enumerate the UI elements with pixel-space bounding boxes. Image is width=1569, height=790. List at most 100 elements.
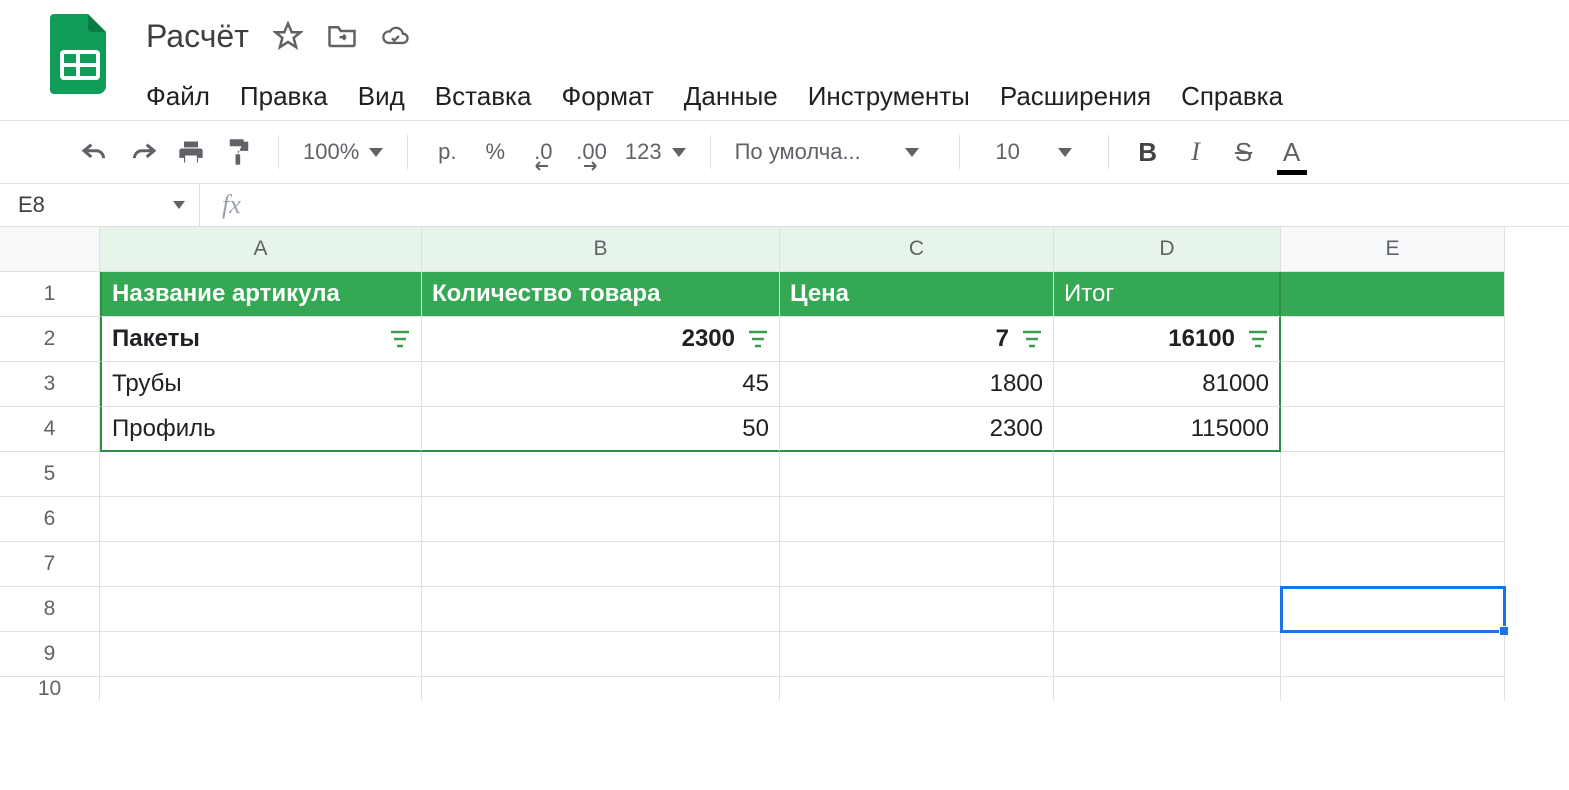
- cell-A9[interactable]: [100, 632, 422, 677]
- cell-D6[interactable]: [1054, 497, 1281, 542]
- cloud-saved-icon[interactable]: [381, 21, 411, 51]
- cell-A6[interactable]: [100, 497, 422, 542]
- row-header-8[interactable]: 8: [0, 587, 100, 632]
- row-header-6[interactable]: 6: [0, 497, 100, 542]
- cell-A2[interactable]: Пакеты: [100, 317, 422, 362]
- menu-view[interactable]: Вид: [358, 81, 405, 112]
- cell-D10[interactable]: [1054, 677, 1281, 701]
- cell-C7[interactable]: [780, 542, 1054, 587]
- select-all-corner[interactable]: [0, 227, 100, 272]
- cell-D1[interactable]: Итог: [1054, 272, 1281, 317]
- font-size-dropdown[interactable]: 10: [984, 139, 1084, 165]
- move-to-folder-icon[interactable]: [327, 21, 357, 51]
- cell-D7[interactable]: [1054, 542, 1281, 587]
- menu-help[interactable]: Справка: [1181, 81, 1283, 112]
- filter-icon[interactable]: [389, 329, 411, 349]
- cell-E10[interactable]: [1281, 677, 1505, 701]
- filter-icon[interactable]: [747, 329, 769, 349]
- col-header-e[interactable]: E: [1281, 227, 1505, 272]
- fill-handle[interactable]: [1499, 626, 1509, 636]
- col-header-d[interactable]: D: [1054, 227, 1281, 272]
- cell-D4[interactable]: 115000: [1054, 407, 1281, 452]
- decrease-decimal-button[interactable]: .0: [528, 135, 558, 169]
- cell-D9[interactable]: [1054, 632, 1281, 677]
- menu-format[interactable]: Формат: [561, 81, 653, 112]
- cell-E4[interactable]: [1281, 407, 1505, 452]
- cell-D5[interactable]: [1054, 452, 1281, 497]
- cell-E9[interactable]: [1281, 632, 1505, 677]
- cell-C10[interactable]: [780, 677, 1054, 701]
- cell-E1[interactable]: [1281, 272, 1505, 317]
- cell-B7[interactable]: [422, 542, 780, 587]
- cell-E2[interactable]: [1281, 317, 1505, 362]
- cell-E5[interactable]: [1281, 452, 1505, 497]
- cell-C5[interactable]: [780, 452, 1054, 497]
- formula-input[interactable]: [263, 184, 1569, 226]
- cell-B9[interactable]: [422, 632, 780, 677]
- undo-icon[interactable]: [80, 135, 110, 169]
- cell-E8[interactable]: [1281, 587, 1505, 632]
- cell-C6[interactable]: [780, 497, 1054, 542]
- col-header-a[interactable]: A: [100, 227, 422, 272]
- cell-A1[interactable]: Название артикула: [100, 272, 422, 317]
- cell-B4[interactable]: 50: [422, 407, 780, 452]
- cell-B3[interactable]: 45: [422, 362, 780, 407]
- cell-A5[interactable]: [100, 452, 422, 497]
- cell-A8[interactable]: [100, 587, 422, 632]
- menu-edit[interactable]: Правка: [240, 81, 328, 112]
- menu-data[interactable]: Данные: [684, 81, 778, 112]
- strikethrough-button[interactable]: S: [1229, 135, 1259, 169]
- cell-D2[interactable]: 16100: [1054, 317, 1281, 362]
- cell-A7[interactable]: [100, 542, 422, 587]
- cell-C4[interactable]: 2300: [780, 407, 1054, 452]
- menu-tools[interactable]: Инструменты: [808, 81, 970, 112]
- cell-E3[interactable]: [1281, 362, 1505, 407]
- row-header-2[interactable]: 2: [0, 317, 100, 362]
- cell-D8[interactable]: [1054, 587, 1281, 632]
- cell-B5[interactable]: [422, 452, 780, 497]
- cell-B10[interactable]: [422, 677, 780, 701]
- cell-C1[interactable]: Цена: [780, 272, 1054, 317]
- row-header-3[interactable]: 3: [0, 362, 100, 407]
- cell-C9[interactable]: [780, 632, 1054, 677]
- format-currency-button[interactable]: р.: [432, 135, 462, 169]
- col-header-b[interactable]: B: [422, 227, 780, 272]
- cell-A4[interactable]: Профиль: [100, 407, 422, 452]
- row-header-7[interactable]: 7: [0, 542, 100, 587]
- cell-C2[interactable]: 7: [780, 317, 1054, 362]
- text-color-button[interactable]: A: [1277, 135, 1307, 169]
- menu-file[interactable]: Файл: [146, 81, 210, 112]
- row-header-5[interactable]: 5: [0, 452, 100, 497]
- menu-insert[interactable]: Вставка: [435, 81, 532, 112]
- app-logo-icon[interactable]: [50, 14, 110, 94]
- filter-icon[interactable]: [1021, 329, 1043, 349]
- font-family-dropdown[interactable]: По умолча...: [735, 139, 935, 165]
- col-header-c[interactable]: C: [780, 227, 1054, 272]
- filter-icon[interactable]: [1247, 329, 1269, 349]
- menu-extensions[interactable]: Расширения: [1000, 81, 1151, 112]
- bold-button[interactable]: B: [1133, 135, 1163, 169]
- row-header-9[interactable]: 9: [0, 632, 100, 677]
- cell-B8[interactable]: [422, 587, 780, 632]
- cell-A3[interactable]: Трубы: [100, 362, 422, 407]
- cell-D3[interactable]: 81000: [1054, 362, 1281, 407]
- more-formats-dropdown[interactable]: 123: [625, 139, 686, 165]
- format-percent-button[interactable]: %: [480, 135, 510, 169]
- name-box[interactable]: E8: [0, 184, 200, 226]
- cell-B2[interactable]: 2300: [422, 317, 780, 362]
- cell-C8[interactable]: [780, 587, 1054, 632]
- cell-B6[interactable]: [422, 497, 780, 542]
- cell-A10[interactable]: [100, 677, 422, 701]
- print-icon[interactable]: [176, 135, 206, 169]
- cell-B1[interactable]: Количество товара: [422, 272, 780, 317]
- doc-title[interactable]: Расчёт: [146, 18, 249, 55]
- row-header-10[interactable]: 10: [0, 677, 100, 701]
- star-icon[interactable]: [273, 21, 303, 51]
- cell-C3[interactable]: 1800: [780, 362, 1054, 407]
- zoom-dropdown[interactable]: 100%: [303, 139, 383, 165]
- cell-E7[interactable]: [1281, 542, 1505, 587]
- cell-E6[interactable]: [1281, 497, 1505, 542]
- row-header-4[interactable]: 4: [0, 407, 100, 452]
- italic-button[interactable]: I: [1181, 135, 1211, 169]
- row-header-1[interactable]: 1: [0, 272, 100, 317]
